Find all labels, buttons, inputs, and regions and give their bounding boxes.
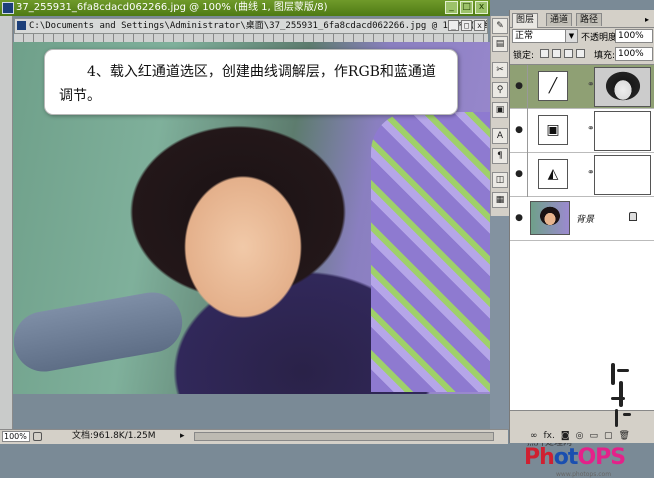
blend-mode-value: 正常 (515, 31, 534, 41)
document-size-info: 文档:961.8K/1.25M (72, 431, 156, 441)
divider (527, 65, 528, 109)
layers-list: ● ╱ ⚭ ● ▣ ⚭ ● ◭ ⚭ ● 背景 照片处理网 PhotOPS www… (510, 64, 654, 478)
panel-menu-icon[interactable]: ▸ (642, 15, 652, 25)
layer-comps-icon[interactable]: ◫ (492, 172, 508, 188)
document-title: C:\Documents and Settings\Administrator\… (29, 21, 487, 31)
eye-icon[interactable]: ● (513, 212, 525, 224)
layer-color-balance[interactable]: ● ◭ ⚭ (510, 153, 654, 197)
color-balance-adjustment-icon[interactable]: ◭ (538, 159, 568, 189)
lock-all-icon[interactable] (576, 49, 585, 58)
lock-pixels-icon[interactable] (552, 49, 561, 58)
eye-icon[interactable]: ● (513, 80, 525, 92)
fx-icon[interactable]: fx. (544, 430, 555, 443)
document-icon (17, 21, 26, 30)
horizontal-ruler[interactable] (14, 34, 488, 42)
cut-icon[interactable]: ✂ (492, 62, 508, 78)
layer-background[interactable]: ● 背景 (510, 197, 654, 241)
horizontal-scrollbar[interactable] (194, 432, 494, 441)
adjustment-layer-icon[interactable]: ◎ (576, 430, 584, 443)
background-thumbnail[interactable] (530, 201, 570, 235)
curves-adjustment-icon[interactable]: ╱ (538, 71, 568, 101)
link-layers-icon[interactable]: ∞ (530, 430, 538, 443)
doc-maximize-button[interactable]: □ (461, 20, 472, 31)
eye-icon[interactable]: ● (513, 168, 525, 180)
layers-panel: 图层 通道 路径 ▸ 正常 ▼ 不透明度: 100% 锁定: 填充: 100% … (509, 10, 654, 478)
chevron-down-icon: ▼ (565, 30, 577, 42)
stamp-icon[interactable]: ▣ (492, 102, 508, 118)
layer-mask-thumbnail[interactable] (594, 67, 651, 107)
lock-icon (629, 212, 637, 221)
stroller-fabric (371, 112, 491, 392)
add-mask-icon[interactable]: ◙ (561, 430, 570, 443)
outer-window-title: 37_255931_6fa8cdacd062266.jpg @ 100% (曲线… (16, 2, 328, 13)
tab-paths[interactable]: 路径 (576, 13, 603, 26)
document-window-buttons: _ □ x (448, 20, 485, 31)
lock-transparency-icon[interactable] (540, 49, 549, 58)
calligraphy-signature (605, 361, 633, 429)
image-canvas[interactable]: 4、载入红通道选区，创建曲线调解层，作RGB和蓝通道调节。 (13, 42, 491, 394)
tab-layers[interactable]: 图层 (512, 13, 539, 28)
layer-curves[interactable]: ● ╱ ⚭ (510, 65, 654, 109)
outer-window-title-bar: 37_255931_6fa8cdacd062266.jpg @ 100% (曲线… (0, 0, 490, 16)
workspace-background (490, 216, 509, 429)
brush-icon[interactable]: ✎ (492, 18, 508, 34)
opacity-input[interactable]: 100% (615, 29, 653, 43)
status-bar: 100% 文档:961.8K/1.25M ▸ (0, 429, 508, 444)
layer-mask-thumbnail[interactable] (594, 155, 651, 195)
new-group-icon[interactable]: ▭ (589, 430, 598, 443)
stroller-bar (13, 287, 187, 377)
settings-icon[interactable]: ▤ (492, 36, 508, 52)
blend-row: 正常 ▼ 不透明度: 100% (510, 28, 654, 44)
minimize-button[interactable]: _ (445, 1, 458, 14)
zoom-icon[interactable] (33, 432, 42, 441)
doc-close-button[interactable]: x (474, 20, 485, 31)
status-menu-arrow-icon[interactable]: ▸ (180, 430, 185, 443)
layers-bottom-toolbar: ∞ fx. ◙ ◎ ▭ ▢ 🗑 (510, 430, 654, 443)
doc-icon[interactable]: ▦ (492, 192, 508, 208)
blend-mode-select[interactable]: 正常 ▼ (512, 29, 578, 43)
new-layer-icon[interactable]: ▢ (604, 430, 613, 443)
background-layer-name: 背景 (576, 215, 595, 225)
lock-row: 锁定: 填充: 100% (510, 46, 654, 62)
divider (527, 109, 528, 153)
paragraph-icon[interactable]: ¶ (492, 148, 508, 164)
levels-adjustment-icon[interactable]: ▣ (538, 115, 568, 145)
fill-input[interactable]: 100% (615, 47, 653, 61)
photoshop-app-icon (2, 2, 14, 14)
lock-label: 锁定: (513, 51, 535, 61)
fill-label: 填充: (594, 51, 616, 61)
divider (527, 153, 528, 197)
watermark-url: www.photops.com (556, 471, 612, 478)
layer-levels[interactable]: ● ▣ ⚭ (510, 109, 654, 153)
trash-icon[interactable]: 🗑 (618, 430, 629, 443)
close-button[interactable]: x (475, 1, 488, 14)
char-icon[interactable]: A (492, 128, 508, 144)
zoom-field[interactable]: 100% (2, 431, 30, 442)
layer-mask-thumbnail[interactable] (594, 111, 651, 151)
outer-window-buttons: _ □ x (445, 1, 488, 14)
tab-channels[interactable]: 通道 (546, 13, 573, 26)
document-title-bar[interactable]: C:\Documents and Settings\Administrator\… (14, 18, 488, 34)
vertical-ruler[interactable] (0, 16, 13, 430)
panel-tabs: 图层 通道 路径 ▸ (510, 12, 654, 28)
photops-logo: PhotOPS (524, 445, 626, 470)
panel-dock-toolbar: ✎ ▤ ✂ ⚲ ▣ A ¶ ◫ ▦ (490, 16, 510, 216)
eye-icon[interactable]: ● (513, 124, 525, 136)
merge-icon[interactable]: ⚲ (492, 82, 508, 98)
maximize-button[interactable]: □ (460, 1, 473, 14)
tutorial-caption: 4、载入红通道选区，创建曲线调解层，作RGB和蓝通道调节。 (44, 49, 458, 115)
lock-position-icon[interactable] (564, 49, 573, 58)
doc-minimize-button[interactable]: _ (448, 20, 459, 31)
